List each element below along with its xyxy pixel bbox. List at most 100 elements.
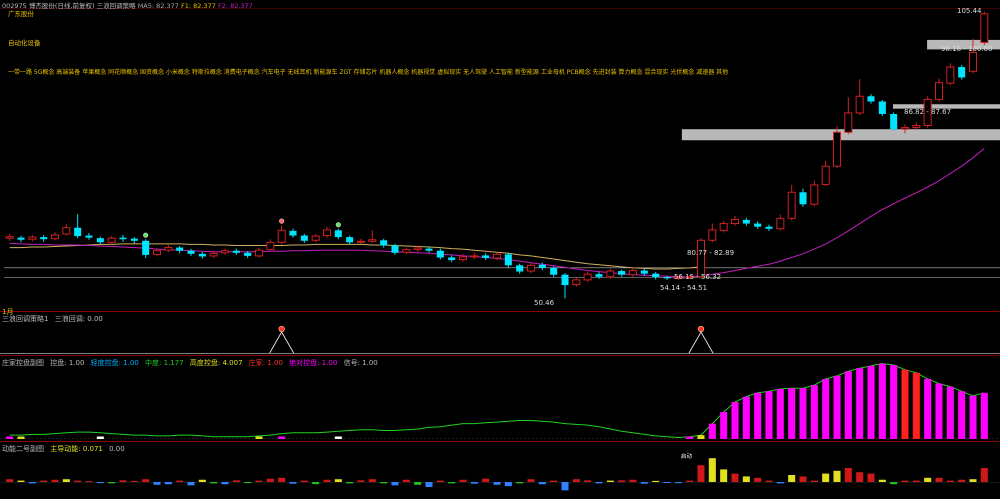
- sub3-bar: [912, 480, 920, 482]
- sub3-bar: [323, 479, 331, 482]
- sub3-bar: [28, 482, 36, 484]
- sub3-bar: [51, 479, 59, 482]
- candle-body: [606, 270, 615, 278]
- sub3-bar: [606, 480, 614, 482]
- sub3-bar: [346, 482, 354, 484]
- zone4-label: 56.15 - 56.32: [674, 273, 722, 281]
- ma-fast-line: [9, 243, 702, 270]
- candle-body: [900, 127, 910, 130]
- sub2-bar: [844, 371, 852, 439]
- candle-body: [289, 230, 297, 236]
- sub1-title: 三浪回调策略1 三浪回调: 0.00: [2, 314, 107, 324]
- signal-dot: [143, 232, 149, 238]
- indicator-name: 三浪回调策略: [96, 2, 136, 10]
- sub2-bar: [255, 436, 263, 439]
- sub3-bar: [289, 482, 297, 484]
- sub2-bar: [742, 396, 750, 439]
- candle-body: [708, 229, 717, 241]
- sub3-bar: [901, 480, 909, 482]
- f2-label: F2: 82.377: [217, 2, 253, 10]
- sub3-bar: [652, 480, 660, 482]
- sub3-bar: [312, 482, 320, 485]
- candle-body: [198, 253, 206, 257]
- candle-body: [482, 255, 490, 258]
- candle-body: [618, 271, 626, 275]
- candle-body: [368, 239, 377, 242]
- sub3-bar: [187, 482, 195, 486]
- sub3-bar: [448, 482, 456, 484]
- candle-body: [538, 264, 546, 268]
- sub3-bar: [935, 477, 943, 482]
- sub3-bar: [674, 482, 682, 484]
- sub3-bar: [17, 480, 25, 482]
- sub1-value: 三浪回调: 0.00: [54, 315, 103, 323]
- candle-body: [458, 256, 468, 261]
- sub2-bar: [708, 423, 716, 439]
- sub3-bar: [266, 478, 274, 482]
- candle-body: [470, 255, 479, 258]
- sub2-bar: [720, 412, 728, 439]
- sub2-bar: [788, 388, 796, 439]
- price-low-label: 50.46: [534, 299, 555, 307]
- sub1-name: 三浪回调策略1: [2, 315, 49, 323]
- sub2-bar: [856, 368, 864, 439]
- sub2-bar: [799, 388, 807, 439]
- candle-body: [628, 270, 638, 276]
- sub3-bar: [799, 476, 807, 482]
- candle-body: [572, 279, 581, 286]
- sub3-bar: [561, 482, 569, 491]
- candle-body: [244, 252, 252, 256]
- candle-body: [934, 82, 944, 100]
- sub3-bar: [210, 482, 218, 484]
- candle-body: [946, 66, 955, 84]
- candle-body: [107, 237, 116, 243]
- sub3-bar: [810, 480, 818, 482]
- candle-body: [595, 274, 603, 277]
- sub3-bar: [538, 482, 546, 485]
- sub3-bar: [856, 472, 864, 482]
- candle-body: [334, 230, 342, 238]
- sub3-bar: [946, 480, 954, 482]
- candle-body: [176, 247, 184, 251]
- sub2-bar: [765, 391, 773, 439]
- sub2-bar: [935, 383, 943, 439]
- candle-body: [980, 13, 989, 44]
- sub3-bar: [958, 479, 966, 482]
- zone2-label: 86.82 - 87.67: [904, 108, 952, 116]
- candle-body: [867, 96, 875, 102]
- sub2-bar: [776, 388, 784, 439]
- sub3-bar: [108, 482, 116, 484]
- sub2-item-4: 庄家: 1.00: [248, 359, 283, 367]
- candle-body: [436, 250, 444, 258]
- candle-body: [799, 192, 807, 205]
- candle-body: [17, 237, 25, 240]
- sub3-name: 动能二号副图: [2, 445, 44, 453]
- sub2-bar: [958, 391, 966, 439]
- sub3-bar: [334, 479, 342, 482]
- sub2-bar: [867, 365, 875, 439]
- candle-body: [391, 245, 399, 253]
- candle-body: [50, 234, 60, 240]
- sub3-value2: 0.00: [109, 445, 125, 453]
- sub3-bar: [142, 479, 150, 482]
- sub3-bar: [278, 477, 286, 482]
- candle-body: [380, 240, 388, 246]
- sub2-bar: [822, 378, 830, 439]
- sub3-bar: [470, 482, 478, 484]
- candle-body: [346, 237, 354, 243]
- candle-body: [526, 264, 536, 272]
- sub2-bar: [924, 378, 932, 439]
- sub3-title: 动能二号副图 主导动能: 0.071 0.00: [2, 444, 129, 454]
- candle-body: [855, 95, 864, 114]
- zone3-label: 80.77 - 82.89: [687, 249, 735, 257]
- candle-body: [142, 240, 150, 255]
- sub1-spike-marker: [697, 325, 705, 333]
- candle-body: [730, 218, 740, 225]
- sub2-bar: [334, 436, 342, 439]
- sub3-bar: [402, 479, 410, 482]
- candle-body: [821, 165, 830, 185]
- sub3-bar: [629, 479, 637, 482]
- sub3-bar: [164, 482, 172, 485]
- candle-body: [5, 236, 14, 239]
- sub2-bar: [833, 375, 841, 439]
